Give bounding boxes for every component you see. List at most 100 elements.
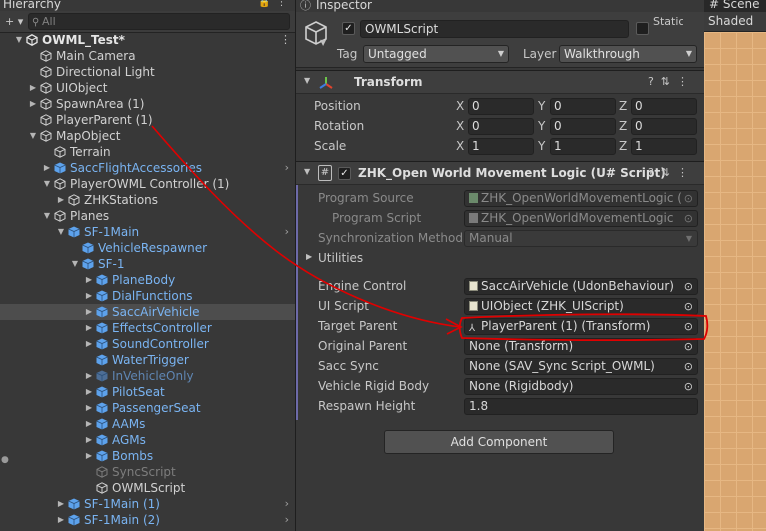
vector-input-z[interactable]: 0: [631, 118, 697, 135]
fold-closed-icon[interactable]: ▶: [84, 272, 94, 288]
hierarchy-row[interactable]: VehicleRespawner: [0, 240, 295, 256]
hierarchy-row[interactable]: ▶ PilotSeat: [0, 384, 295, 400]
hierarchy-row[interactable]: ▼ SF-1Main ›: [0, 224, 295, 240]
hierarchy-row[interactable]: ▶ DialFunctions: [0, 288, 295, 304]
vector-input-y[interactable]: 0: [550, 118, 616, 135]
vector-input-x[interactable]: 0: [468, 98, 534, 115]
hierarchy-row[interactable]: ▶ AAMs: [0, 416, 295, 432]
hierarchy-row[interactable]: ▼ OWML_Test* ⋮: [0, 32, 295, 48]
icon-dropdown-caret-icon[interactable]: ▼: [320, 38, 326, 47]
hierarchy-row[interactable]: ▶ SF-1Main (2) ›: [0, 512, 295, 528]
object-picker-icon[interactable]: ⊙: [681, 379, 693, 394]
vector-input-z[interactable]: 0: [631, 98, 697, 115]
hierarchy-row[interactable]: Directional Light: [0, 64, 295, 80]
fold-closed-icon[interactable]: ▶: [84, 400, 94, 416]
hierarchy-tab[interactable]: Hierarchy: [0, 0, 70, 11]
shading-mode-dropdown[interactable]: Shaded: [708, 14, 753, 28]
sync-method-dropdown[interactable]: Manual ▼: [464, 230, 698, 247]
hierarchy-row[interactable]: ▶ SF-1Main (1) ›: [0, 496, 295, 512]
hierarchy-row[interactable]: ▶ EffectsController: [0, 320, 295, 336]
open-prefab-arrow-icon[interactable]: ›: [285, 496, 289, 512]
transform-component-header[interactable]: ▼ Transform ?⇅⋮: [296, 70, 704, 94]
fold-open-icon[interactable]: ▼: [70, 256, 80, 272]
hierarchy-row[interactable]: ▶ SaccFlightAccessories ›: [0, 160, 295, 176]
vector-input-x[interactable]: 0: [468, 118, 534, 135]
respawn-height-field[interactable]: 1.8: [464, 398, 698, 415]
open-prefab-arrow-icon[interactable]: ›: [285, 224, 289, 240]
hierarchy-row[interactable]: ▶ PlaneBody: [0, 272, 295, 288]
fold-closed-icon[interactable]: ▶: [84, 288, 94, 304]
hierarchy-row[interactable]: ▶ SoundController: [0, 336, 295, 352]
hierarchy-row[interactable]: ▼ SF-1: [0, 256, 295, 272]
fold-open-icon[interactable]: ▼: [14, 32, 24, 48]
fold-closed-icon[interactable]: ▶: [84, 304, 94, 320]
hierarchy-row[interactable]: ▶ AGMs: [0, 432, 295, 448]
hierarchy-row[interactable]: Main Camera: [0, 48, 295, 64]
fold-closed-icon[interactable]: ▶: [28, 96, 38, 112]
fold-closed-icon[interactable]: ▶: [84, 320, 94, 336]
hierarchy-row[interactable]: ▶ ZHKStations: [0, 192, 295, 208]
create-dropdown-button[interactable]: + ▾: [5, 15, 25, 29]
hierarchy-row[interactable]: OWMLScript: [0, 480, 295, 496]
vector-input-x[interactable]: 1: [468, 138, 534, 155]
open-prefab-arrow-icon[interactable]: ›: [285, 160, 289, 176]
fold-closed-icon[interactable]: ▶: [84, 368, 94, 384]
object-name-field[interactable]: OWMLScript: [360, 20, 629, 38]
static-checkbox[interactable]: [636, 22, 649, 35]
fold-open-icon[interactable]: ▼: [304, 76, 310, 85]
object-picker-icon[interactable]: ⊙: [681, 319, 693, 334]
fold-closed-icon[interactable]: ▶: [28, 80, 38, 96]
object-reference-field[interactable]: SaccAirVehicle (UdonBehaviour) ⊙: [464, 278, 698, 295]
hierarchy-row[interactable]: ▶ UIObject: [0, 80, 295, 96]
object-picker-icon[interactable]: ⊙: [681, 339, 693, 354]
fold-closed-icon[interactable]: ▶: [84, 448, 94, 464]
scene-tab[interactable]: # Scene: [709, 0, 759, 11]
scene-menu-icon[interactable]: ⋮: [280, 32, 291, 48]
hierarchy-row[interactable]: SyncScript: [0, 464, 295, 480]
script-component-header[interactable]: ▼ # ✓ ZHK_Open World Movement Logic (U# …: [296, 161, 704, 185]
fold-open-icon[interactable]: ▼: [42, 176, 52, 192]
utilities-row[interactable]: ▶ Utilities: [296, 248, 704, 268]
object-reference-field[interactable]: None (SAV_Sync Script_OWML) ⊙: [464, 358, 698, 375]
fold-open-icon[interactable]: ▼: [304, 167, 310, 176]
hierarchy-row[interactable]: ▼ Planes: [0, 208, 295, 224]
hierarchy-row[interactable]: ▼ PlayerOWML Controller (1): [0, 176, 295, 192]
fold-closed-icon[interactable]: ▶: [84, 416, 94, 432]
vector-input-y[interactable]: 0: [550, 98, 616, 115]
object-reference-field[interactable]: ⅄ PlayerParent (1) (Transform) ⊙: [464, 318, 698, 335]
axis-label-z[interactable]: Z: [619, 119, 627, 133]
hierarchy-row[interactable]: ▶ InVehicleOnly: [0, 368, 295, 384]
layer-dropdown[interactable]: Walkthrough ▼: [559, 45, 697, 63]
axis-label-x[interactable]: X: [456, 119, 464, 133]
axis-label-y[interactable]: Y: [538, 119, 545, 133]
axis-label-y[interactable]: Y: [538, 139, 545, 153]
component-menu-icons[interactable]: ?⇅⋮: [648, 166, 695, 179]
fold-closed-icon[interactable]: ▶: [56, 496, 66, 512]
fold-closed-icon[interactable]: ▶: [84, 336, 94, 352]
hierarchy-row[interactable]: ▶ PassengerSeat: [0, 400, 295, 416]
hierarchy-tab-menu-icon[interactable]: 🔒⋮: [258, 0, 292, 8]
object-picker-icon[interactable]: ⊙: [681, 359, 693, 374]
axis-label-x[interactable]: X: [456, 99, 464, 113]
hierarchy-row[interactable]: ▶ SaccAirVehicle: [0, 304, 295, 320]
hierarchy-row[interactable]: PlayerParent (1): [0, 112, 295, 128]
fold-open-icon[interactable]: ▼: [56, 224, 66, 240]
fold-closed-icon[interactable]: ▶: [306, 252, 312, 261]
axis-label-z[interactable]: Z: [619, 99, 627, 113]
vector-input-y[interactable]: 1: [550, 138, 616, 155]
object-picker-icon[interactable]: ⊙: [681, 279, 693, 294]
hierarchy-row[interactable]: ▶ Bombs: [0, 448, 295, 464]
fold-closed-icon[interactable]: ▶: [42, 160, 52, 176]
axis-label-z[interactable]: Z: [619, 139, 627, 153]
hierarchy-search-input[interactable]: ⚲ All: [28, 13, 290, 30]
object-reference-field[interactable]: None (Rigidbody) ⊙: [464, 378, 698, 395]
axis-label-y[interactable]: Y: [538, 99, 545, 113]
script-enabled-checkbox[interactable]: ✓: [338, 167, 351, 180]
hierarchy-row[interactable]: ▼ MapObject: [0, 128, 295, 144]
fold-closed-icon[interactable]: ▶: [56, 192, 66, 208]
scene-view[interactable]: # Scene Shaded: [704, 0, 766, 531]
fold-closed-icon[interactable]: ▶: [56, 512, 66, 528]
open-prefab-arrow-icon[interactable]: ›: [285, 512, 289, 528]
fold-open-icon[interactable]: ▼: [28, 128, 38, 144]
hierarchy-row[interactable]: WaterTrigger: [0, 352, 295, 368]
